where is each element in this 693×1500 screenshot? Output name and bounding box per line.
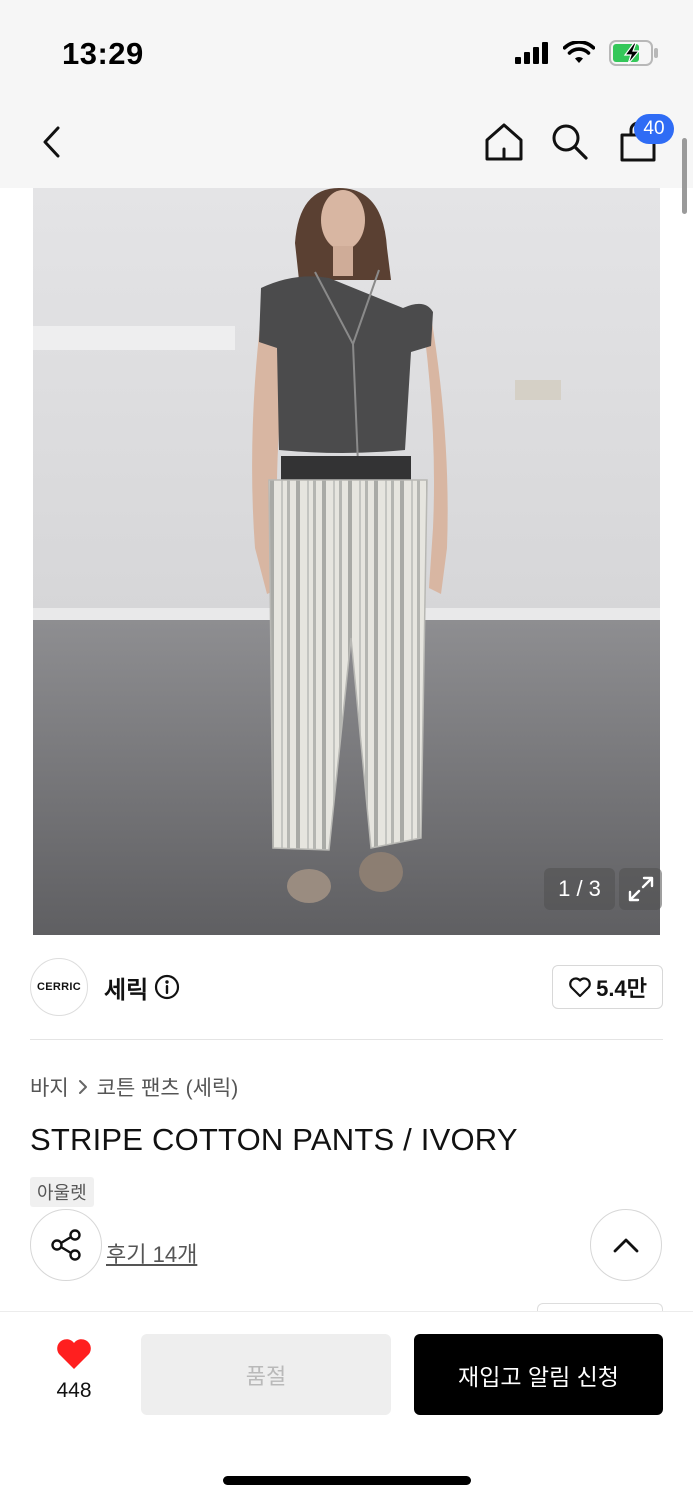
home-indicator[interactable] (223, 1476, 471, 1485)
heart-outline-icon (569, 977, 591, 998)
brand-like-button[interactable]: 5.4만 (552, 965, 663, 1009)
product-title: STRIPE COTTON PANTS / IVORY (30, 1122, 518, 1157)
scroll-top-button[interactable] (590, 1209, 662, 1281)
status-icons (515, 40, 659, 66)
brand-logo[interactable]: CERRIC (30, 958, 88, 1016)
heart-filled-icon (57, 1339, 91, 1369)
battery-charging-icon (609, 40, 658, 66)
wishlist-count: 448 (56, 1379, 92, 1402)
cart-count-badge: 40 (634, 114, 674, 144)
product-image[interactable] (33, 188, 660, 935)
brand-like-count: 5.4만 (596, 976, 647, 1001)
share-icon (51, 1229, 81, 1261)
search-button[interactable] (546, 118, 594, 166)
scrollbar[interactable] (682, 138, 687, 214)
brand-name[interactable]: 세릭 (104, 970, 148, 1005)
chevron-right-icon (78, 1080, 87, 1094)
expand-icon (628, 876, 653, 902)
chevron-up-icon (613, 1238, 639, 1253)
outlet-tag: 아울렛 (30, 1177, 94, 1207)
soldout-button: 품절 (141, 1334, 391, 1415)
fullscreen-button[interactable] (619, 868, 662, 910)
divider (30, 1039, 663, 1040)
home-button[interactable] (480, 118, 528, 166)
wishlist-button[interactable]: 448 (38, 1337, 110, 1403)
breadcrumb-subcategory[interactable]: 코튼 팬츠 (세릭) (97, 1072, 239, 1102)
top-navigation (0, 100, 693, 188)
breadcrumb-category[interactable]: 바지 (30, 1072, 69, 1102)
signal-icon (515, 42, 548, 64)
wifi-icon (563, 41, 595, 63)
search-icon (552, 124, 588, 160)
status-bar: 13:29 (0, 0, 693, 100)
back-button[interactable] (28, 118, 76, 166)
status-time: 13:29 (62, 36, 144, 71)
home-icon (485, 123, 523, 161)
review-link[interactable]: 후기 14개 (106, 1237, 197, 1269)
image-counter: 1 / 3 (544, 868, 615, 910)
breadcrumb: 바지 코튼 팬츠 (세릭) (30, 1072, 238, 1102)
product-photo (33, 188, 660, 935)
restock-alert-button[interactable]: 재입고 알림 신청 (414, 1334, 663, 1415)
info-icon (154, 974, 180, 1000)
chevron-left-icon (43, 126, 60, 158)
share-button[interactable] (30, 1209, 102, 1281)
brand-info-button[interactable] (154, 974, 180, 1000)
